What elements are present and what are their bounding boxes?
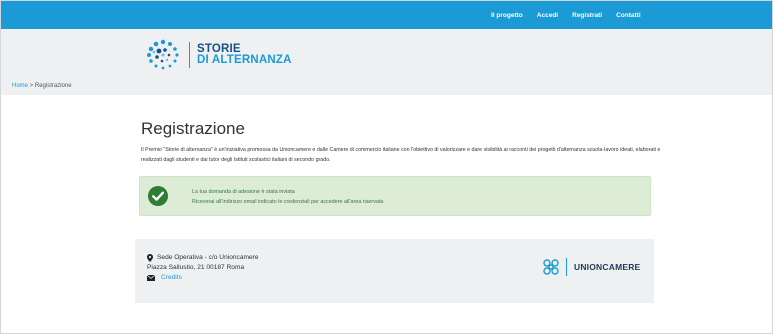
breadcrumb-separator: > bbox=[28, 83, 35, 89]
alert-message: La tua domanda di adesione è stata invia… bbox=[192, 187, 383, 207]
unioncamere-mark-icon bbox=[543, 259, 559, 275]
nav-contatti[interactable]: Contatti bbox=[616, 12, 641, 19]
credits-row: Credits bbox=[147, 273, 259, 283]
intro-text: Il Premio "Storie di alternanza" è un'in… bbox=[141, 147, 661, 163]
site-header: STORIE DI ALTERNANZA bbox=[1, 29, 772, 79]
address-row: Piazza Sallustio, 21 00187 Roma bbox=[147, 263, 259, 273]
address-text: Piazza Sallustio, 21 00187 Roma bbox=[147, 264, 245, 271]
nav-il-progetto[interactable]: Il progetto bbox=[491, 12, 523, 19]
breadcrumb-bar bbox=[1, 79, 772, 95]
unioncamere-divider bbox=[566, 258, 567, 276]
footer-address: Sede Operativa - c/o Unioncamere Piazza … bbox=[147, 253, 259, 283]
site-logo[interactable]: STORIE DI ALTERNANZA bbox=[145, 39, 292, 71]
footer-box: Sede Operativa - c/o Unioncamere Piazza … bbox=[135, 239, 654, 303]
logo-line-2: DI ALTERNANZA bbox=[197, 54, 292, 66]
logo-text: STORIE DI ALTERNANZA bbox=[197, 43, 292, 66]
breadcrumb-home-link[interactable]: Home bbox=[12, 83, 28, 89]
logo-divider bbox=[189, 42, 190, 68]
alert-line-1: La tua domanda di adesione è stata invia… bbox=[192, 189, 295, 195]
top-nav: Il progetto Accedi Registrati Contatti bbox=[491, 1, 641, 29]
office-row: Sede Operativa - c/o Unioncamere bbox=[147, 253, 259, 263]
check-circle-icon bbox=[148, 186, 168, 206]
top-navbar: Il progetto Accedi Registrati Contatti bbox=[1, 1, 772, 29]
success-alert: La tua domanda di adesione è stata invia… bbox=[139, 176, 651, 216]
breadcrumb-current: Registrazione bbox=[34, 83, 72, 89]
office-label: Sede Operativa - c/o Unioncamere bbox=[157, 254, 259, 261]
nav-registrati[interactable]: Registrati bbox=[572, 12, 602, 19]
page-frame: Il progetto Accedi Registrati Contatti S… bbox=[0, 0, 773, 334]
map-marker-icon bbox=[147, 254, 153, 262]
unioncamere-label: UNIONCAMERE bbox=[574, 262, 641, 272]
envelope-icon bbox=[147, 275, 155, 281]
credits-link[interactable]: Credits bbox=[161, 273, 182, 283]
nav-accedi[interactable]: Accedi bbox=[537, 12, 558, 19]
unioncamere-logo[interactable]: UNIONCAMERE bbox=[541, 257, 640, 277]
page-title: Registrazione bbox=[141, 119, 245, 138]
breadcrumb: Home > Registrazione bbox=[12, 83, 72, 89]
alert-line-2: Riceverai all'indirizzo email indicato l… bbox=[192, 199, 384, 205]
dots-logo-icon bbox=[147, 39, 179, 70]
